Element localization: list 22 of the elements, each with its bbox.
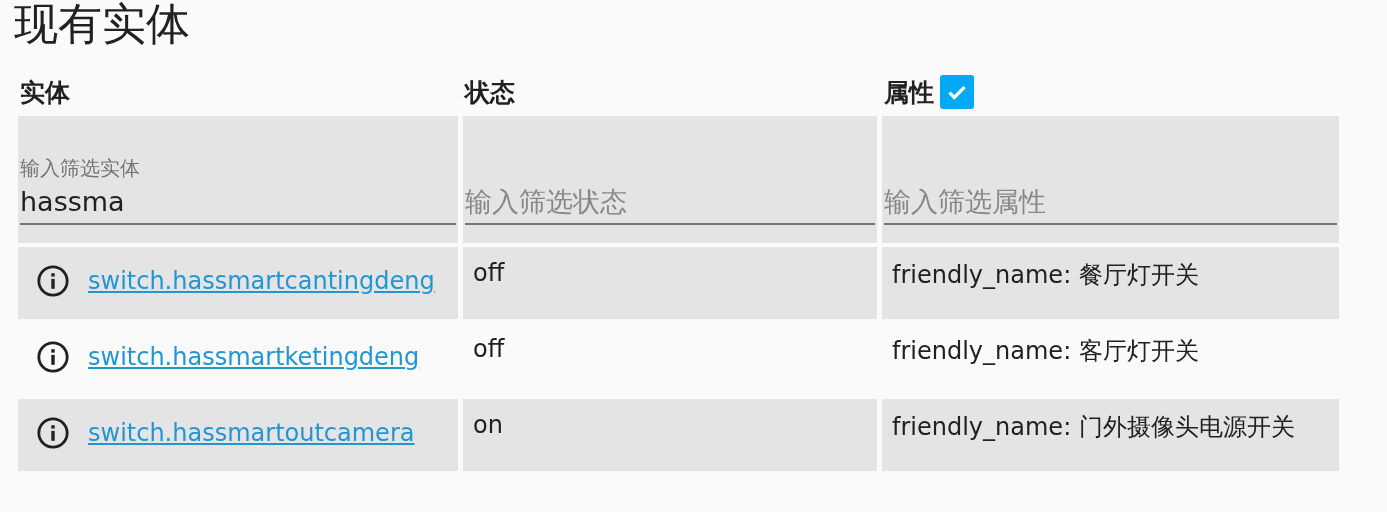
filter-field[interactable]: 输入筛选属性 (882, 116, 1339, 243)
entity-link[interactable]: switch.hassmartketingdeng (88, 343, 420, 371)
attribute-text: friendly_name: 客厅灯开关 (892, 336, 1199, 367)
state-text: off (473, 335, 505, 363)
filter-input[interactable]: hassma (20, 186, 456, 225)
field-label: 输入筛选实体 (20, 155, 141, 182)
column-header: 实体 (20, 76, 70, 109)
state-text: off (473, 259, 505, 287)
info-icon[interactable] (36, 340, 70, 374)
info-icon[interactable] (36, 416, 70, 450)
info-icon[interactable] (36, 264, 70, 298)
state-text: on (473, 411, 503, 439)
page-title: 现有实体 (14, 0, 191, 51)
filter-input[interactable]: 输入筛选状态 (465, 186, 875, 225)
filter-field[interactable]: 输入筛选状态 (463, 116, 877, 243)
filter-input[interactable]: 输入筛选属性 (884, 186, 1337, 225)
attributes-checkbox[interactable] (940, 75, 974, 109)
filter-field[interactable]: 输入筛选实体 hassma (18, 116, 458, 243)
column-header: 状态 (465, 76, 515, 109)
attribute-text: friendly_name: 餐厅灯开关 (892, 260, 1199, 291)
column-header: 属性 (884, 76, 934, 109)
attribute-text: friendly_name: 门外摄像头电源开关 (892, 412, 1295, 443)
